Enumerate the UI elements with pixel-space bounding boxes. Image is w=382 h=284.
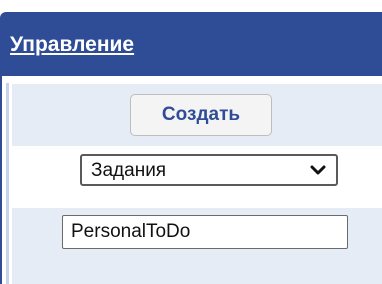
name-input[interactable]	[62, 215, 348, 249]
create-row: Создать	[12, 84, 382, 146]
panel-body: Создать Задания	[0, 76, 382, 284]
panel-header: Управление	[0, 12, 382, 76]
create-button[interactable]: Создать	[130, 94, 272, 136]
panel-inner: Создать Задания	[6, 83, 382, 284]
chevron-down-icon	[310, 165, 326, 175]
management-link[interactable]: Управление	[10, 33, 134, 57]
type-select[interactable]: Задания	[80, 154, 338, 186]
management-panel: Управление Создать Задания	[0, 0, 382, 284]
type-select-value: Задания	[91, 160, 167, 181]
type-select-row: Задания	[12, 146, 382, 208]
name-input-row	[12, 208, 382, 284]
